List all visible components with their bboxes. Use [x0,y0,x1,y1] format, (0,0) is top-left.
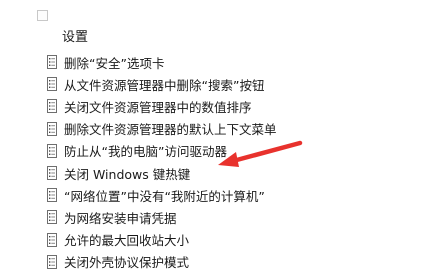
policy-setting-icon [47,188,57,203]
policy-item-prevent-drive-access[interactable]: 防止从“我的电脑”访问驱动器 [47,140,277,162]
policy-item-shell-protocol-protection[interactable]: 关闭外壳协议保护模式 [47,251,277,273]
policy-item-label: 关闭 Windows 键热键 [64,166,191,182]
policy-item-windows-hotkeys[interactable]: 关闭 Windows 键热键 [47,162,277,184]
policy-item-numeric-sort[interactable]: 关闭文件资源管理器中的数值排序 [47,95,277,117]
policy-item-label: 删除文件资源管理器的默认上下文菜单 [64,122,277,138]
section-header-settings[interactable]: 设置 [62,30,88,46]
policy-item-default-context-menu[interactable]: 删除文件资源管理器的默认上下文菜单 [47,118,277,140]
policy-setting-icon [47,166,57,181]
policy-item-label: 删除“安全”选项卡 [64,55,165,71]
policy-item-label: 为网络安装申请凭据 [64,210,177,226]
policy-item-label: 关闭文件资源管理器中的数值排序 [64,99,252,115]
policy-item-remove-search-button[interactable]: 从文件资源管理器中删除“搜索”按钮 [47,73,277,95]
policy-setting-icon [47,121,57,136]
policy-setting-icon [47,55,57,70]
policy-setting-icon [47,77,57,92]
policy-item-label: 允许的最大回收站大小 [64,233,190,249]
policy-item-label: 从文件资源管理器中删除“搜索”按钮 [64,77,265,93]
policy-setting-icon [47,143,57,158]
policy-setting-icon [47,232,57,247]
policy-item-network-install-credentials[interactable]: 为网络安装申请凭据 [47,206,277,228]
policy-setting-icon [47,254,57,269]
header-checkbox[interactable] [37,10,48,21]
policy-settings-list: 删除“安全”选项卡 从文件资源管理器中删除“搜索”按钮 关闭文件资源管理器中的数… [47,51,277,273]
policy-item-label: 防止从“我的电脑”访问驱动器 [64,144,227,160]
policy-item-label: “网络位置”中没有“我附近的计算机” [64,188,265,204]
policy-item-computers-near-me[interactable]: “网络位置”中没有“我附近的计算机” [47,184,277,206]
policy-item-remove-security-tab[interactable]: 删除“安全”选项卡 [47,51,277,73]
policy-setting-icon [47,210,57,225]
policy-item-recycle-bin-size[interactable]: 允许的最大回收站大小 [47,229,277,251]
policy-item-label: 关闭外壳协议保护模式 [64,255,190,271]
policy-setting-icon [47,99,57,114]
